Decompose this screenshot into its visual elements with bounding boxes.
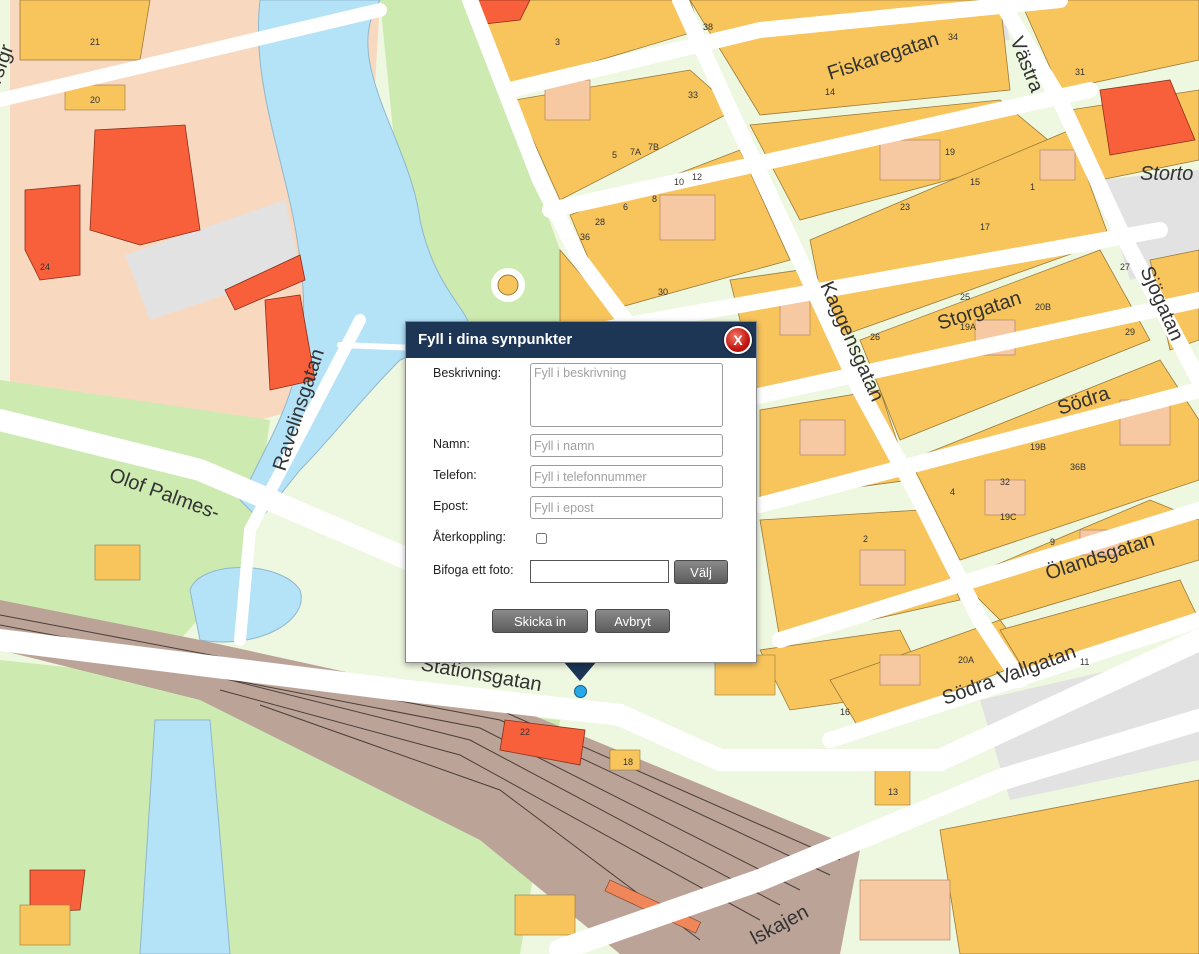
- block-number: 22: [520, 727, 530, 737]
- block-number: 7A: [630, 147, 641, 157]
- description-field[interactable]: [530, 363, 723, 427]
- block-number: 19: [945, 147, 955, 157]
- block-number: 18: [623, 757, 633, 767]
- name-field[interactable]: [530, 434, 723, 457]
- block-number: 32: [1000, 477, 1010, 487]
- block-number: 21: [90, 37, 100, 47]
- street-label-stortorget: Storto: [1140, 163, 1193, 185]
- block-number: 17: [980, 222, 990, 232]
- block-number: 6: [623, 202, 628, 212]
- block-number: 33: [688, 90, 698, 100]
- submit-button[interactable]: Skicka in: [492, 609, 588, 633]
- block-number: 27: [1120, 262, 1130, 272]
- block-number: 7B: [648, 142, 659, 152]
- photo-file-field[interactable]: [530, 560, 669, 583]
- block-number: 20: [90, 95, 100, 105]
- block-number: 20B: [1035, 302, 1051, 312]
- block-number: 3: [555, 37, 560, 47]
- name-label: Namn:: [433, 437, 470, 451]
- choose-file-button[interactable]: Välj: [674, 560, 728, 584]
- block-number: 2: [863, 534, 868, 544]
- popup-pointer: [563, 661, 597, 681]
- block-number: 1: [1030, 182, 1035, 192]
- phone-field[interactable]: [530, 465, 723, 488]
- block-number: 4: [950, 487, 955, 497]
- block-number: 8: [652, 194, 657, 204]
- block-number: 29: [1125, 327, 1135, 337]
- block-number: 20A: [958, 655, 974, 665]
- block-number: 28: [595, 217, 605, 227]
- cancel-button[interactable]: Avbryt: [595, 609, 670, 633]
- block-number: 10: [674, 177, 684, 187]
- dialog-header: Fyll i dina synpunkter X: [406, 322, 756, 358]
- phone-label: Telefon:: [433, 468, 477, 482]
- block-number: 15: [970, 177, 980, 187]
- block-number: 16: [840, 707, 850, 717]
- attach-photo-label: Bifoga ett foto:: [433, 563, 514, 577]
- block-number: 36: [580, 232, 590, 242]
- feedback-label: Återkoppling:: [433, 530, 506, 544]
- block-number: 19B: [1030, 442, 1046, 452]
- block-number: 19A: [960, 322, 976, 332]
- block-number: 23: [900, 202, 910, 212]
- location-marker[interactable]: [574, 685, 587, 698]
- block-number: 38: [703, 22, 713, 32]
- email-label: Epost:: [433, 499, 469, 513]
- description-label: Beskrivning:: [433, 366, 502, 380]
- block-number: 11: [1080, 657, 1089, 667]
- block-number: 24: [40, 262, 50, 272]
- block-number: 34: [948, 32, 958, 42]
- dialog-title: Fyll i dina synpunkter: [418, 331, 573, 348]
- feedback-dialog: Fyll i dina synpunkter X Beskrivning: Na…: [405, 321, 757, 663]
- block-number: 25: [960, 292, 970, 302]
- block-number: 5: [612, 150, 617, 160]
- email-field[interactable]: [530, 496, 723, 519]
- block-number: 36B: [1070, 462, 1086, 472]
- block-number: 13: [888, 787, 898, 797]
- block-number: 31: [1075, 67, 1085, 77]
- block-number: 30: [658, 287, 668, 297]
- block-number: 12: [692, 172, 702, 182]
- roundabout-center: [497, 274, 519, 296]
- block-number: 9: [1050, 537, 1055, 547]
- feedback-checkbox[interactable]: [536, 533, 547, 544]
- block-number: 19C: [1000, 512, 1017, 522]
- close-icon: X: [733, 332, 743, 348]
- block-number: 26: [870, 332, 880, 342]
- close-button[interactable]: X: [724, 326, 752, 354]
- block-number: 14: [825, 87, 835, 97]
